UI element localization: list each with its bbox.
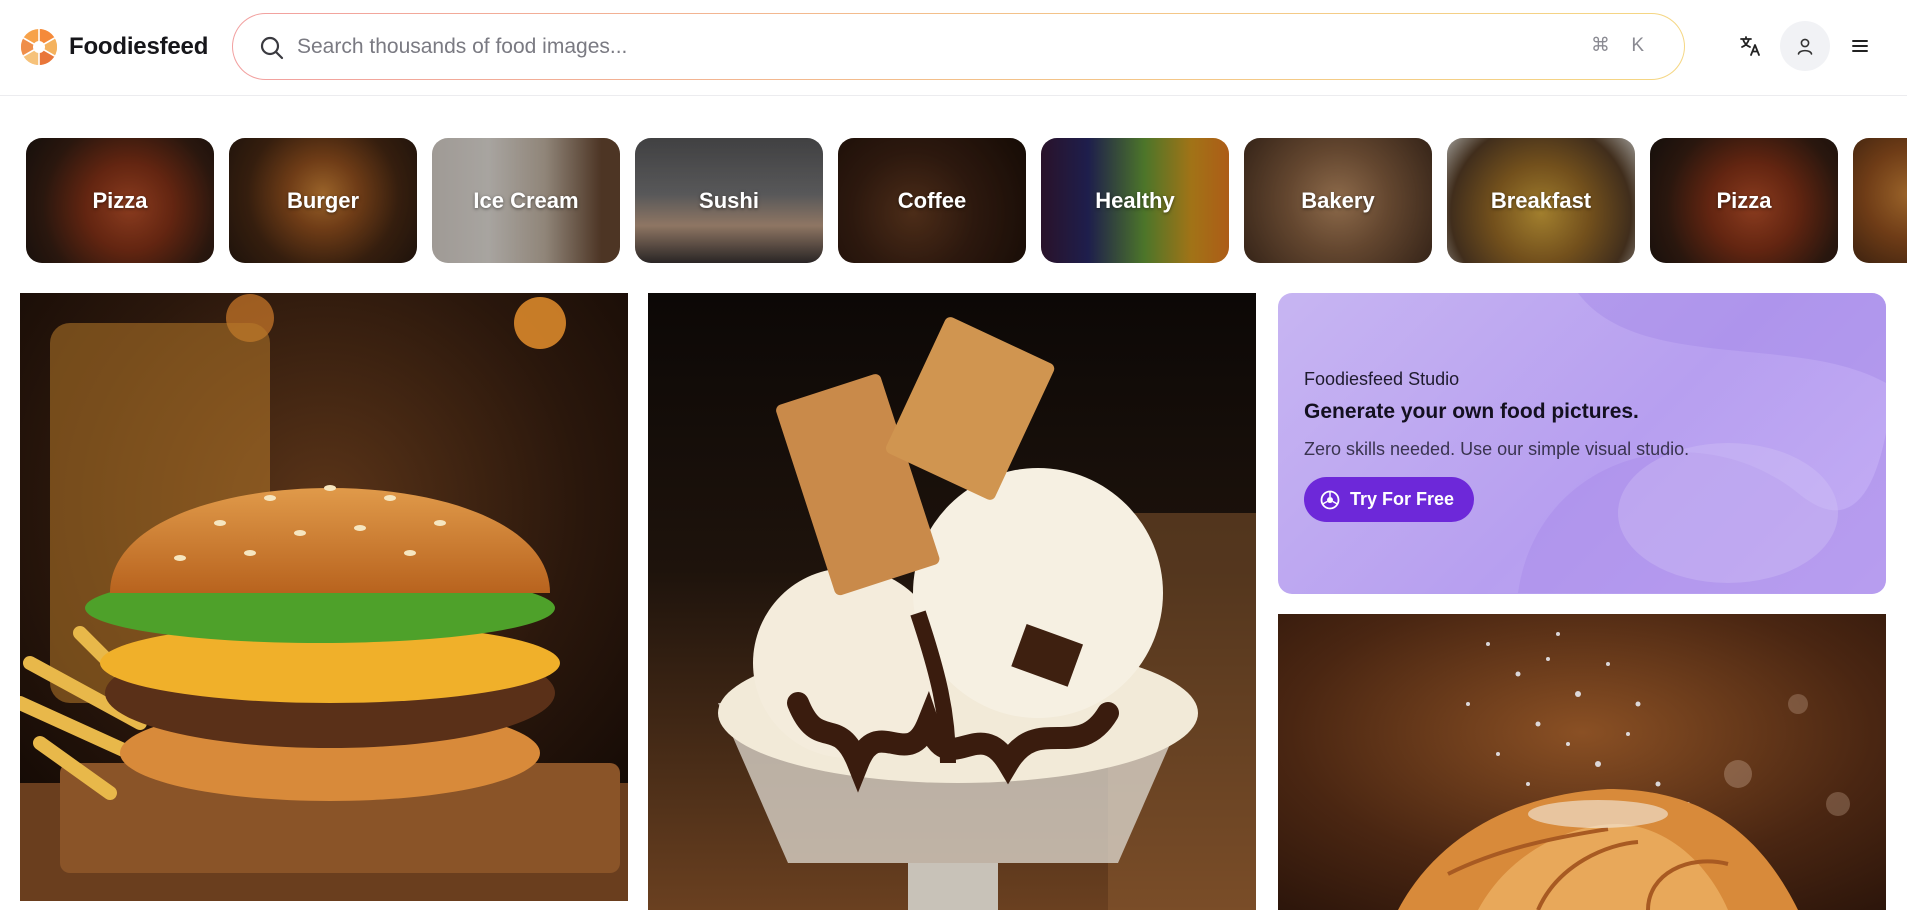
translate-icon xyxy=(1740,36,1760,56)
burger-image xyxy=(20,293,628,901)
category-healthy[interactable]: Healthy xyxy=(1041,138,1229,263)
category-bakery[interactable]: Bakery xyxy=(1244,138,1432,263)
promo-eyebrow: Foodiesfeed Studio xyxy=(1304,369,1460,389)
category-sushi[interactable]: Sushi xyxy=(635,138,823,263)
try-for-free-label: Try For Free xyxy=(1350,489,1455,509)
logo-icon xyxy=(20,28,58,66)
category-label: Breakfast xyxy=(1490,187,1592,213)
promo-subtitle: Zero skills needed. Use our simple visua… xyxy=(1304,439,1690,459)
ice-cream-image xyxy=(648,293,1256,910)
try-for-free-button[interactable]: Try For Free xyxy=(1304,477,1475,522)
search-bar[interactable]: ⌘ K xyxy=(232,13,1685,80)
category-breakfast[interactable]: Breakfast xyxy=(1447,138,1635,263)
brand-name: Foodiesfeed xyxy=(69,33,209,60)
promo-title: Generate your own food pictures. xyxy=(1304,400,1639,423)
category-carousel: Pizza Burger Ice Cream Sushi Coffee Heal… xyxy=(26,138,1907,263)
photo-burger[interactable] xyxy=(20,293,628,901)
category-pizza[interactable]: Pizza xyxy=(26,138,214,263)
photo-croissant[interactable] xyxy=(1278,614,1886,910)
language-button[interactable] xyxy=(1725,21,1775,71)
menu-icon xyxy=(1852,40,1868,52)
croissant-image xyxy=(1278,614,1886,910)
menu-button[interactable] xyxy=(1835,21,1885,71)
search-icon xyxy=(260,36,284,60)
category-burger[interactable]: Burger xyxy=(229,138,417,263)
category-ice-cream[interactable]: Ice Cream xyxy=(432,138,620,263)
category-coffee[interactable]: Coffee xyxy=(838,138,1026,263)
category-label: Coffee xyxy=(897,187,967,213)
user-icon xyxy=(1797,38,1813,55)
category-pizza-2[interactable]: Pizza xyxy=(1650,138,1838,263)
category-label: Healthy xyxy=(1095,187,1175,213)
studio-promo-card: Foodiesfeed Studio Generate your own foo… xyxy=(1278,293,1886,594)
category-label: Ice Cream xyxy=(473,187,579,213)
aperture-icon xyxy=(1320,490,1340,509)
site-header: Foodiesfeed ⌘ K xyxy=(0,0,1907,96)
category-label: Burger xyxy=(286,187,360,213)
category-label: Sushi xyxy=(699,187,759,213)
logo[interactable]: Foodiesfeed xyxy=(20,28,208,66)
category-burger-partial[interactable] xyxy=(1853,138,1907,263)
category-label: Pizza xyxy=(92,187,148,213)
category-label: Bakery xyxy=(1301,187,1375,213)
category-label: Pizza xyxy=(1716,187,1772,213)
search-input[interactable] xyxy=(297,28,1497,66)
account-button[interactable] xyxy=(1780,21,1830,71)
photo-ice-cream-sundae[interactable] xyxy=(648,293,1256,910)
keyboard-shortcut-hint: ⌘ K xyxy=(1591,35,1652,56)
